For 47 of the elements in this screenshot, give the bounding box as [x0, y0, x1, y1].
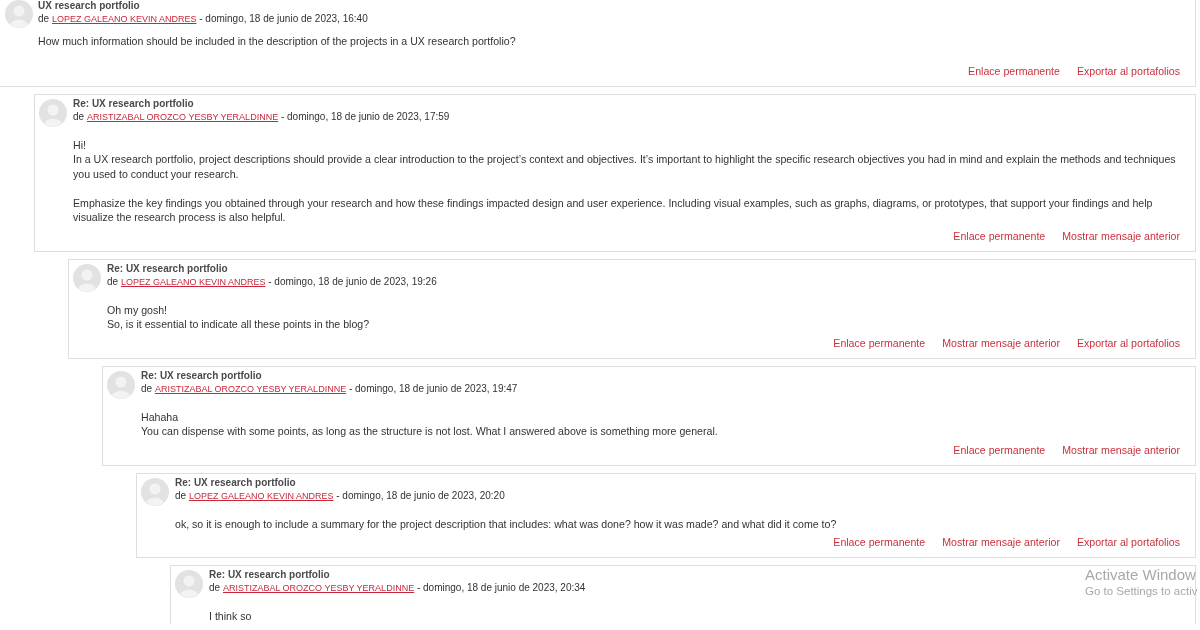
post-action-link[interactable]: Mostrar mensaje anterior: [1062, 228, 1180, 243]
post-text: Oh my gosh!: [107, 302, 168, 317]
post-text: Emphasize the key findings you obtained through your research and how these findings impacted design and user experience. Including visual examples, such as graphs, diagrams, or prototypes, that support your findings and help visualize the research process is also helpful.: [73, 195, 1154, 225]
post-text: ok, so it is enough to include a summary for the project description that includes: what was done? how it was made? and what did it come to?: [175, 516, 837, 531]
author-link[interactable]: ARISTIZABAL OROZCO YESBY YERALDINNE: [222, 583, 415, 593]
post-action-link[interactable]: Exportar al portafolios: [1076, 335, 1180, 350]
post-text: In a UX research portfolio, project descriptions should provide a clear introduction to the project’s context and objectives. It’s important to highlight the specific research objectives you had in mind and explain the methods and techniques you used to conduct your research.: [73, 152, 1177, 181]
author-link[interactable]: LOPEZ GALEANO KEVIN ANDRES: [120, 276, 266, 287]
post-title: Re: UX research portfolio: [141, 368, 262, 382]
post-text: I think so: [209, 609, 252, 624]
post-title: Re: UX research portfolio: [73, 96, 194, 110]
post-title: Re: UX research portfolio: [209, 568, 330, 581]
activation-notice-text: Go to Settings to activ: [1085, 584, 1198, 598]
post-byline: de ARISTIZABAL OROZCO YESBY YERALDINNE - domingo, 18 de junio de 2023, 20:34: [209, 581, 586, 595]
avatar-icon: [39, 98, 67, 127]
post-text: Hi!: [73, 137, 86, 152]
post-byline: de LOPEZ GALEANO KEVIN ANDRES - domingo, 18 de junio de 2023, 19:26: [107, 274, 437, 289]
post-byline: de ARISTIZABAL OROZCO YESBY YERALDINNE - domingo, 18 de junio de 2023, 19:47: [141, 381, 518, 396]
post-action-link[interactable]: Enlace permanente: [953, 442, 1046, 457]
post-action-link[interactable]: Enlace permanente: [833, 335, 926, 350]
post-action-link[interactable]: Enlace permanente: [833, 535, 926, 549]
post-text: So, is it essential to indicate all these points in the blog?: [107, 317, 370, 332]
post-action-link[interactable]: Exportar al portafolios: [1076, 63, 1180, 78]
post-byline: de ARISTIZABAL OROZCO YESBY YERALDINNE - domingo, 18 de junio de 2023, 17:59: [73, 109, 450, 124]
post-title: Re: UX research portfolio: [107, 261, 228, 275]
post-action-link[interactable]: Mostrar mensaje anterior: [1062, 442, 1180, 457]
activation-notice-title: Activate Window: [1085, 566, 1197, 584]
post-action-link[interactable]: Exportar al portafolios: [1076, 535, 1180, 549]
avatar-icon: [175, 570, 203, 598]
post-text: Hahaha: [141, 409, 179, 424]
post-text: You can dispense with some points, as long as the structure is not lost. What I answered above is something more general.: [141, 424, 718, 439]
avatar-icon: [73, 263, 101, 292]
post-action-link[interactable]: Mostrar mensaje anterior: [942, 535, 1060, 549]
author-link[interactable]: LOPEZ GALEANO KEVIN ANDRES: [188, 490, 334, 501]
post-title: Re: UX research portfolio: [175, 475, 296, 489]
avatar-icon: [141, 477, 169, 506]
avatar-icon: [107, 370, 135, 399]
post-action-link[interactable]: Mostrar mensaje anterior: [942, 335, 1060, 350]
post-action-link[interactable]: Enlace permanente: [953, 228, 1046, 243]
post-text: How much information should be included in the description of the projects in a UX research portfolio?: [38, 34, 516, 49]
author-link[interactable]: LOPEZ GALEANO KEVIN ANDRES: [51, 14, 197, 24]
post-action-link[interactable]: Enlace permanente: [968, 63, 1060, 78]
author-link[interactable]: ARISTIZABAL OROZCO YESBY YERALDINNE: [154, 383, 347, 394]
post-byline: de LOPEZ GALEANO KEVIN ANDRES - domingo, 18 de junio de 2023, 20:20: [175, 488, 505, 503]
author-link[interactable]: ARISTIZABAL OROZCO YESBY YERALDINNE: [86, 111, 279, 122]
post-byline: de LOPEZ GALEANO KEVIN ANDRES - domingo, 18 de junio de 2023, 16:40: [38, 12, 368, 26]
post-title: UX research portfolio: [38, 0, 140, 12]
